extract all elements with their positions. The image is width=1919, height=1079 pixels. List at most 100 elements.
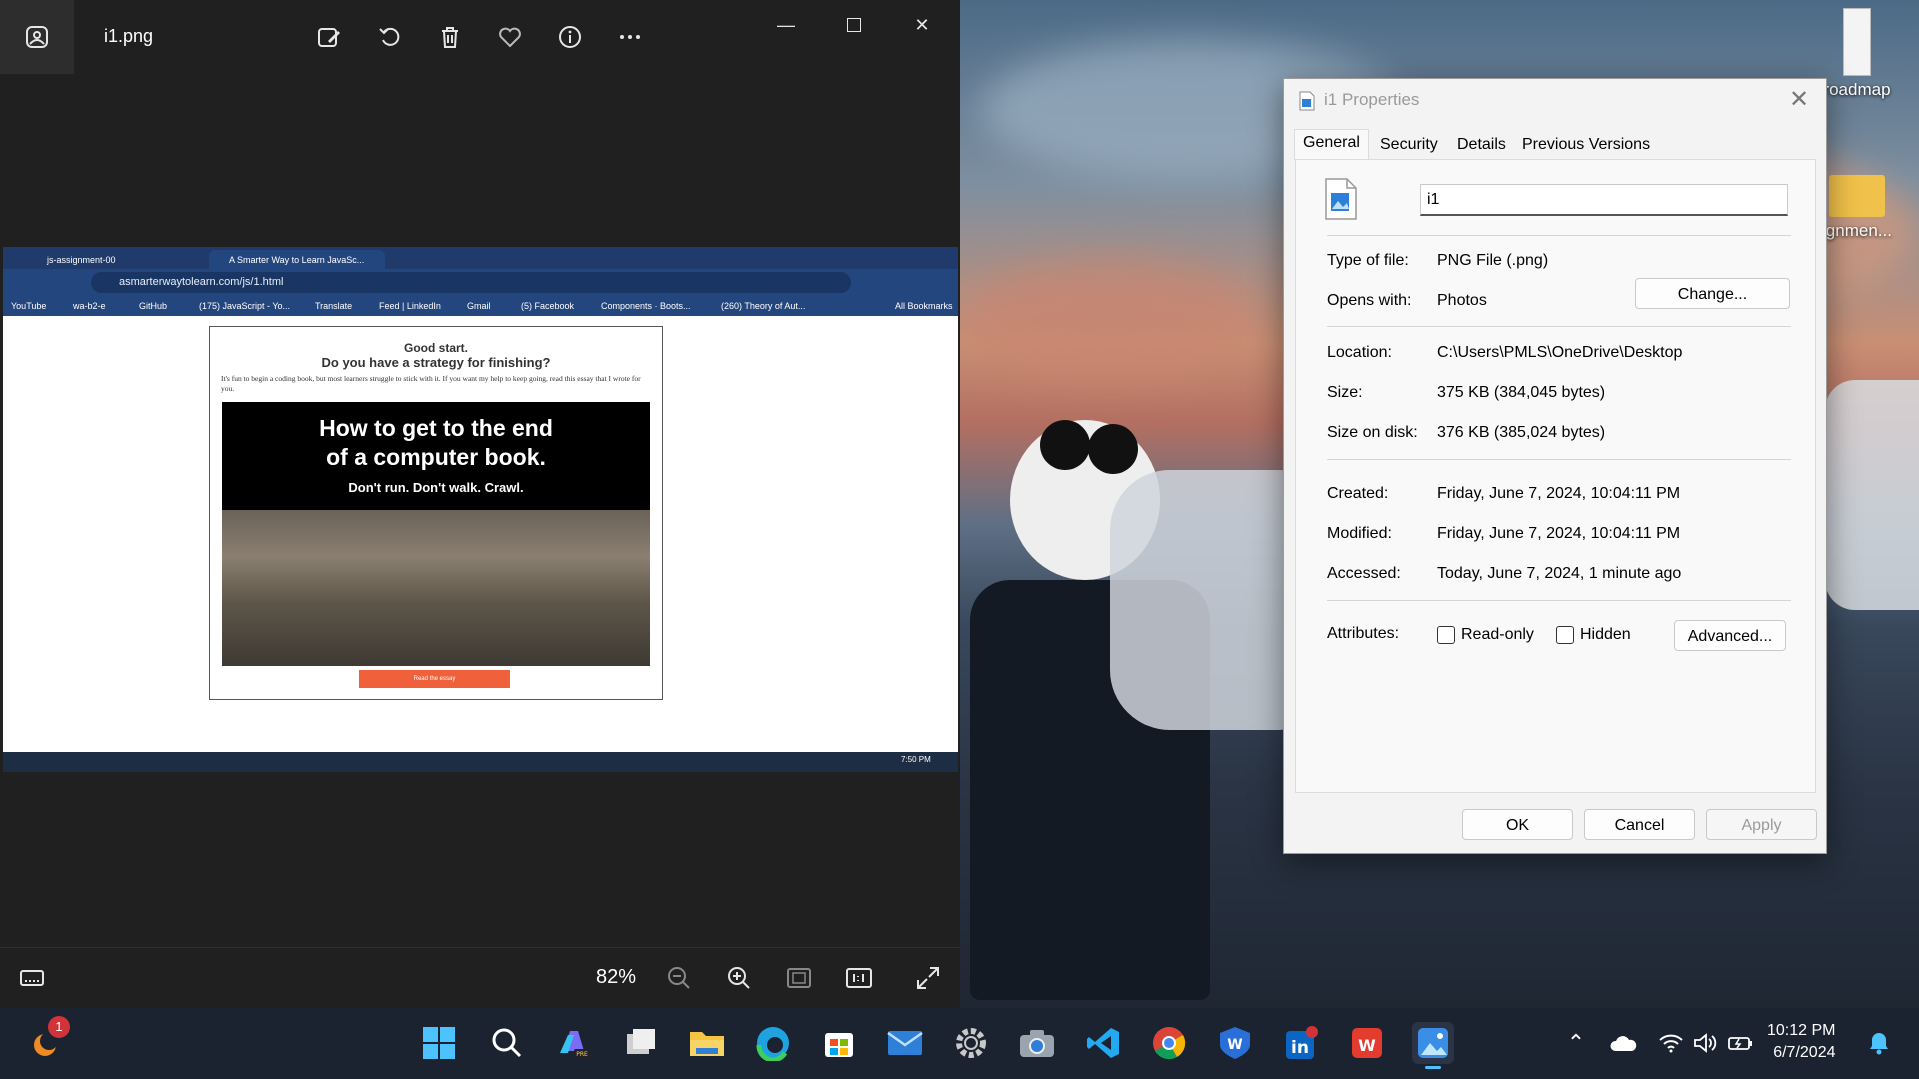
battery-button[interactable] [1720, 1022, 1762, 1064]
settings-button[interactable] [950, 1022, 992, 1064]
actual-size-button[interactable] [841, 960, 877, 996]
full-screen-button[interactable] [910, 960, 946, 996]
close-button[interactable]: ✕ [898, 10, 946, 40]
favorite-button[interactable] [493, 20, 527, 54]
edge-browser-button[interactable] [752, 1022, 794, 1064]
dialog-close-button[interactable]: ✕ [1789, 85, 1809, 114]
trash-icon [442, 27, 458, 48]
crawling-people-photo [222, 510, 650, 666]
tab-general[interactable]: General [1294, 129, 1369, 160]
size-label: Size: [1327, 384, 1363, 401]
browser-tab-strip: js-assignment-00 A Smarter Way to Learn … [3, 247, 958, 269]
change-button[interactable]: Change... [1635, 278, 1790, 309]
apply-button[interactable]: Apply [1706, 809, 1817, 840]
size-on-disk-value: 376 KB (385,024 bytes) [1437, 424, 1606, 441]
maximize-button[interactable] [830, 10, 878, 40]
hidden-checkbox[interactable] [1556, 626, 1574, 644]
show-hidden-icons-button[interactable]: ⌃ [1555, 1022, 1597, 1064]
general-tab-panel: i1 Type of file: PNG File (.png) Opens w… [1295, 159, 1816, 793]
wps-office-button[interactable]: W [1346, 1022, 1388, 1064]
cancel-button[interactable]: Cancel [1584, 809, 1695, 840]
image-file-icon [1299, 91, 1315, 111]
linkedin-button[interactable]: in [1280, 1022, 1322, 1064]
wps-icon: W [1352, 1028, 1382, 1058]
advanced-button[interactable]: Advanced... [1674, 620, 1786, 651]
copilot-button[interactable]: PRE [553, 1022, 595, 1064]
photos-app-icon[interactable] [0, 0, 74, 74]
search-button[interactable] [486, 1022, 528, 1064]
tab-security[interactable]: Security [1372, 132, 1446, 158]
tab-details[interactable]: Details [1449, 132, 1514, 158]
zoom-in-button[interactable] [721, 960, 757, 996]
modified-label: Modified: [1327, 525, 1392, 542]
document-file-icon [1843, 8, 1871, 76]
browser-tab-active: A Smarter Way to Learn JavaSc... [209, 250, 385, 269]
displayed-image: js-assignment-00 A Smarter Way to Learn … [3, 247, 958, 772]
ok-button[interactable]: OK [1462, 809, 1573, 840]
search-icon [492, 1028, 522, 1058]
readonly-checkbox[interactable] [1437, 626, 1455, 644]
chrome-button[interactable] [1148, 1022, 1190, 1064]
type-label: Type of file: [1327, 252, 1409, 269]
task-view-icon [627, 1029, 655, 1054]
info-icon [559, 26, 581, 48]
embedded-taskbar: 7:50 PM [3, 752, 958, 772]
heart-icon [499, 27, 521, 48]
bookmark: Translate [315, 301, 353, 311]
notification-badge: 1 [48, 1016, 70, 1038]
tab-previous-versions[interactable]: Previous Versions [1514, 132, 1658, 158]
more-options-button[interactable] [613, 20, 647, 54]
task-view-button[interactable] [620, 1022, 662, 1064]
photos-bottom-toolbar: 82% [0, 947, 960, 1008]
panda-ear [1088, 424, 1138, 474]
camera-button[interactable] [1016, 1022, 1058, 1064]
panda-ear [1040, 420, 1090, 470]
svg-text:PRE: PRE [576, 1051, 588, 1058]
file-name-input[interactable]: i1 [1420, 184, 1788, 216]
actual-size-icon [846, 968, 872, 988]
type-value: PNG File (.png) [1437, 252, 1549, 269]
store-icon [825, 1033, 853, 1057]
bookmark: (175) JavaScript - Yo... [199, 301, 291, 311]
expand-icon [917, 967, 939, 989]
filmstrip-toggle-button[interactable] [14, 960, 50, 996]
location-value: C:\Users\PMLS\OneDrive\Desktop [1437, 344, 1683, 361]
separator [1327, 600, 1791, 601]
windows-logo-icon [423, 1027, 455, 1059]
word-app-button[interactable]: W [1214, 1022, 1256, 1064]
photos-app-button[interactable] [1412, 1022, 1454, 1069]
start-button[interactable] [418, 1022, 460, 1064]
browser-bookmarks-bar: YouTube wa-b2-e GitHub (175) JavaScript … [3, 296, 958, 316]
bookmark: GitHub [139, 301, 168, 311]
clock-date: 6/7/2024 [1773, 1044, 1836, 1061]
rotate-button[interactable] [373, 20, 407, 54]
file-explorer-button[interactable] [686, 1022, 728, 1064]
minimize-icon: — [777, 14, 795, 35]
notifications-button[interactable] [1858, 1022, 1900, 1064]
rotate-icon [379, 27, 400, 46]
onedrive-button[interactable] [1602, 1022, 1644, 1064]
zoom-out-button[interactable] [661, 960, 697, 996]
zoom-level: 82% [596, 966, 637, 988]
filmstrip-icon [20, 970, 44, 986]
fit-to-window-button[interactable] [781, 960, 817, 996]
cloud-icon [1610, 1036, 1637, 1051]
photos-titlebar: i1.png — ✕ [0, 0, 960, 74]
info-button[interactable] [553, 20, 587, 54]
svg-text:W: W [1227, 1037, 1242, 1053]
taskbar-clock[interactable]: 10:12 PM 6/7/2024 [1767, 1020, 1835, 1064]
vscode-button[interactable] [1082, 1022, 1124, 1064]
minimize-button[interactable]: — [762, 10, 810, 40]
edge-icon [756, 1027, 789, 1061]
webpage-content: Good start. Do you have a strategy for f… [3, 316, 958, 752]
bookmark: All Bookmarks [895, 301, 953, 311]
browser-address-row: asmarterwaytolearn.com/js/1.html [3, 269, 958, 296]
mail-button[interactable] [884, 1022, 926, 1064]
weather-widget[interactable]: 1 [26, 1016, 70, 1064]
edit-image-button[interactable] [312, 20, 346, 54]
microsoft-store-button[interactable] [818, 1022, 860, 1064]
close-icon: ✕ [1789, 86, 1810, 113]
delete-button[interactable] [433, 20, 467, 54]
photo-filename: i1.png [104, 26, 154, 46]
car-silhouette [1110, 470, 1300, 730]
